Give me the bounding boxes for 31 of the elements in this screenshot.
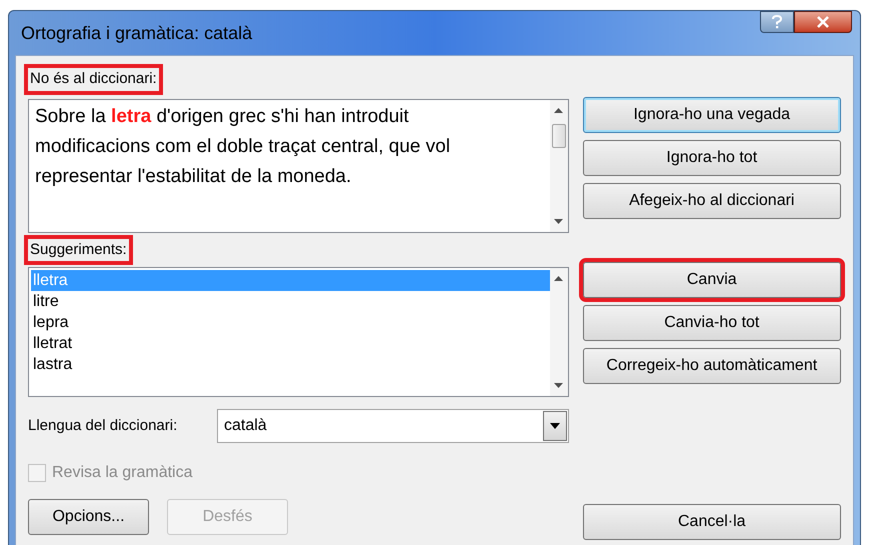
- dialog-button[interactable]: Ignora-ho tot: [582, 140, 841, 176]
- scroll-down-icon[interactable]: [554, 218, 564, 224]
- scroll-thumb[interactable]: [552, 124, 566, 148]
- scroll-up-icon[interactable]: [554, 108, 564, 112]
- field-label: Llengua del diccionari:: [28, 416, 178, 436]
- suggestion-item[interactable]: lepra: [31, 312, 550, 333]
- suggestion-item[interactable]: litre: [31, 291, 550, 312]
- close-icon: [816, 16, 830, 28]
- sentence-text: Sobre la letra d'origen grec s'hi han introduit modificacions com el doble traçat central, que vol representar l'estabilitat de la moneda.: [34, 104, 452, 188]
- suggestion-item[interactable]: lastra: [31, 354, 550, 375]
- question-icon: [772, 15, 782, 29]
- scrollbar[interactable]: [550, 100, 568, 232]
- caret-icon: [550, 423, 560, 429]
- close-button[interactable]: [794, 11, 852, 33]
- dialog-button[interactable]: Afegeix-ho al diccionari: [582, 183, 841, 219]
- help-button[interactable]: [760, 11, 794, 33]
- dropdown-value: català: [223, 416, 268, 436]
- suggestion-item[interactable]: lletrat: [31, 333, 550, 354]
- dialog-button[interactable]: Cancel·la: [582, 504, 841, 540]
- suggestions-list[interactable]: lletra litre lepra lletrat lastra: [28, 267, 569, 397]
- checkbox-label: Revisa la gramàtica: [52, 463, 192, 483]
- dialog-button[interactable]: Canvia-ho tot: [582, 305, 841, 341]
- window-title: Ortografia i gramàtica: català: [21, 22, 252, 45]
- sentence-box[interactable]: Sobre la letra d'origen grec s'hi han introduit modificacions com el doble traçat central, que vol representar l'estabilitat de la moneda.: [28, 98, 569, 232]
- dialog-button[interactable]: Opcions...: [28, 499, 149, 535]
- scrollbar[interactable]: [550, 268, 568, 396]
- dialog-button[interactable]: Corregeix-ho automàticament: [582, 348, 841, 384]
- scroll-up-icon[interactable]: [554, 276, 564, 281]
- scroll-down-icon[interactable]: [554, 383, 564, 388]
- language-dropdown[interactable]: català: [217, 409, 569, 443]
- dialog-button[interactable]: Ignora-ho una vegada: [582, 97, 841, 133]
